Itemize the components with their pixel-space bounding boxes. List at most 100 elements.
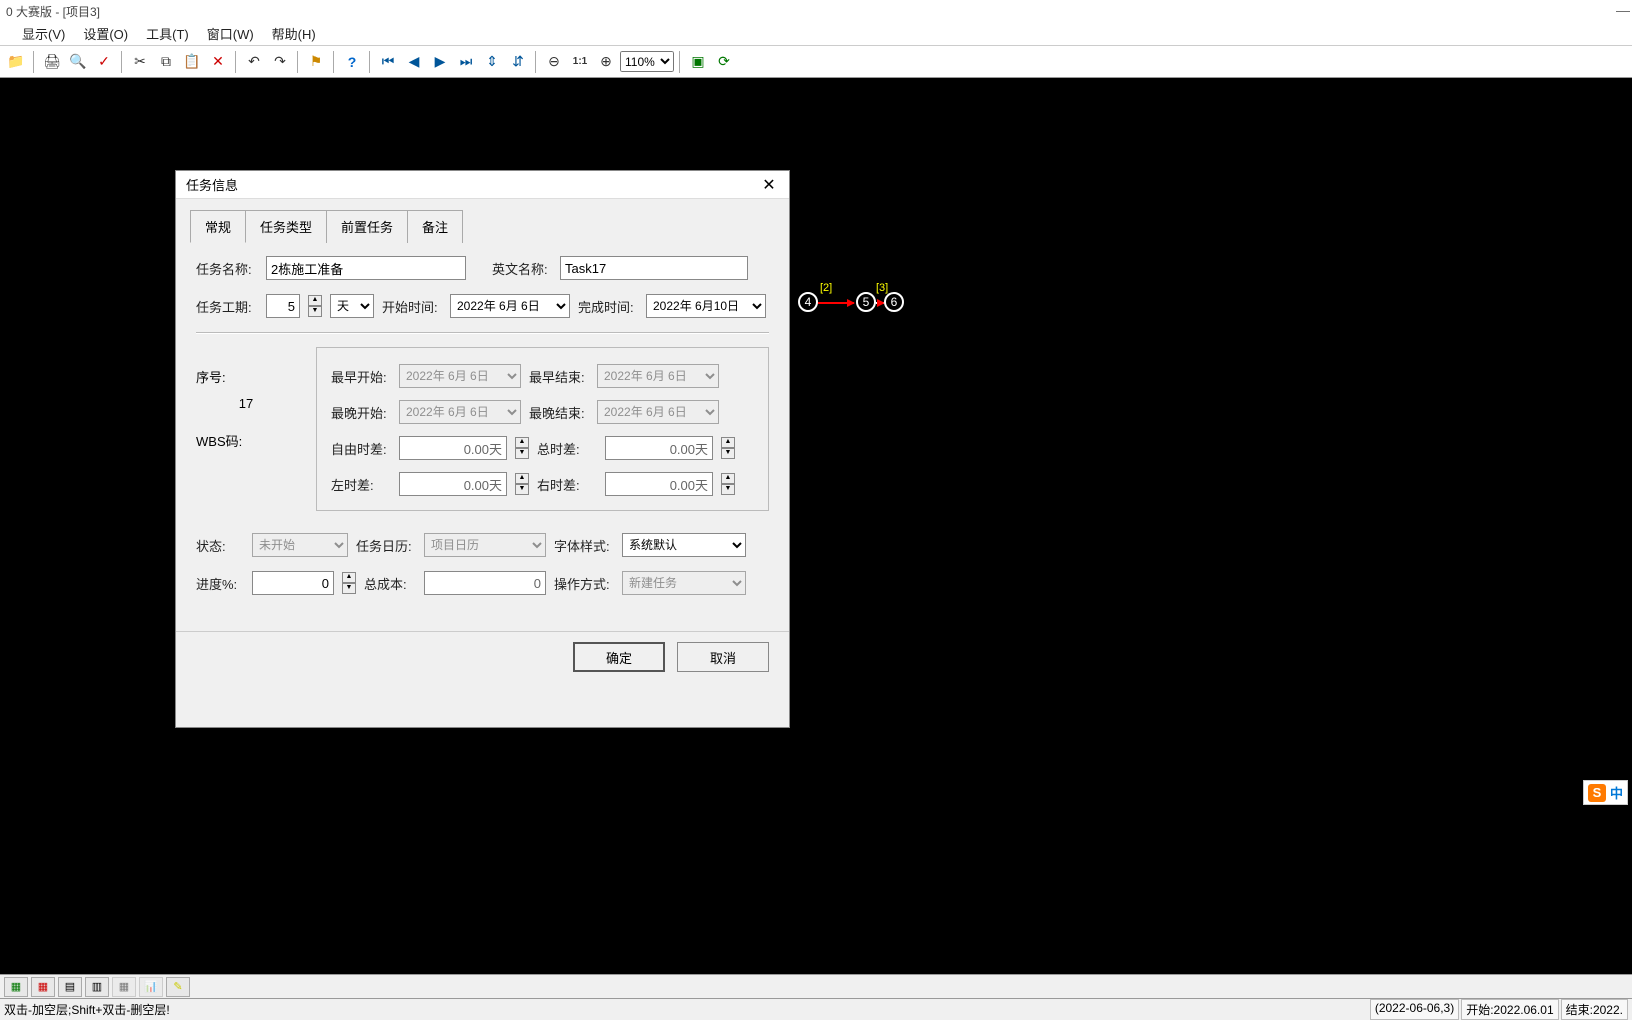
zoom-select[interactable]: 110%	[620, 51, 674, 72]
tab-notes[interactable]: 备注	[408, 210, 463, 243]
redo-icon[interactable]: ↷	[268, 50, 292, 74]
print-icon[interactable]: 🖨	[40, 50, 64, 74]
lbl-lslack: 左时差:	[331, 475, 391, 494]
menu-item-help[interactable]: 帮助(H)	[272, 24, 316, 43]
dates-panel: 最早开始: 2022年 6月 6日 最早结束: 2022年 6月 6日 最晚开始…	[316, 347, 769, 511]
progress-spinner[interactable]: ▲▼	[342, 572, 356, 594]
edge-label-3: [3]	[876, 282, 888, 294]
tab-type[interactable]: 任务类型	[246, 210, 327, 243]
en-name-input[interactable]	[560, 256, 748, 280]
lbl-tf: 总时差:	[537, 439, 597, 458]
lbl-op: 操作方式:	[554, 574, 614, 593]
tf-spinner[interactable]: ▲▼	[721, 437, 735, 459]
lbl-duration: 任务工期:	[196, 297, 258, 316]
dialog-body: 任务名称: 英文名称: 任务工期: ▲▼ 天 开始时间: 2022年 6月 6日…	[176, 242, 789, 623]
preview-icon[interactable]: 🔍	[66, 50, 90, 74]
next-icon[interactable]: ▶	[428, 50, 452, 74]
duration-input[interactable]	[266, 294, 300, 318]
zoom-in-icon[interactable]: ⊕	[594, 50, 618, 74]
menu-item-settings[interactable]: 设置(O)	[83, 24, 128, 43]
ime-s-icon: S	[1588, 784, 1606, 802]
open-icon[interactable]: 📁	[4, 50, 28, 74]
check-icon[interactable]: ✓	[92, 50, 116, 74]
rslack-input	[605, 472, 713, 496]
toolbar: 📁 🖨 🔍 ✓ ✂ ⧉ 📋 ✕ ↶ ↷ ⚑ ? ⏮ ◀ ▶ ⏭ ⇕ ⇵ ⊖ 1:…	[0, 46, 1632, 78]
expand-icon[interactable]: ⇵	[506, 50, 530, 74]
view3-icon[interactable]: ▤	[58, 977, 82, 997]
menu-bar: 显示(V) 设置(O) 工具(T) 窗口(W) 帮助(H)	[0, 22, 1632, 46]
op-select[interactable]: 新建任务	[622, 571, 746, 595]
lbl-es: 最早开始:	[331, 367, 391, 386]
tab-general[interactable]: 常规	[190, 210, 246, 243]
lf-select[interactable]: 2022年 6月 6日	[597, 400, 719, 424]
rslack-spinner[interactable]: ▲▼	[721, 473, 735, 495]
lbl-cal: 任务日历:	[356, 536, 416, 555]
lbl-start: 开始时间:	[382, 297, 442, 316]
copy-icon[interactable]: ⧉	[154, 50, 178, 74]
prev-icon[interactable]: ◀	[402, 50, 426, 74]
ok-button[interactable]: 确定	[573, 642, 665, 672]
status-bar: 双击-加空层;Shift+双击-删空层! (2022-06-06,3) 开始:2…	[0, 998, 1632, 1020]
menu-item-tools[interactable]: 工具(T)	[146, 24, 189, 43]
duration-unit-select[interactable]: 天	[330, 294, 374, 318]
lbl-status: 状态:	[196, 536, 244, 555]
status-select[interactable]: 未开始	[252, 533, 348, 557]
start-date-select[interactable]: 2022年 6月 6日	[450, 294, 570, 318]
dialog-footer: 确定 取消	[176, 631, 789, 682]
seq-value: 17	[196, 396, 296, 411]
ime-indicator[interactable]: S 中	[1583, 780, 1628, 805]
lslack-spinner[interactable]: ▲▼	[515, 473, 529, 495]
ff-spinner[interactable]: ▲▼	[515, 437, 529, 459]
status-end: 结束:2022.	[1561, 999, 1628, 1020]
first-icon[interactable]: ⏮	[376, 50, 400, 74]
end-date-select[interactable]: 2022年 6月10日	[646, 294, 766, 318]
node-4[interactable]: 4	[798, 292, 818, 312]
lbl-end: 完成时间:	[578, 297, 638, 316]
node-5[interactable]: 5	[856, 292, 876, 312]
edge-label-2: [2]	[820, 282, 832, 294]
paste-icon[interactable]: 📋	[180, 50, 204, 74]
minimize-icon[interactable]: —	[1616, 2, 1630, 18]
flag-icon[interactable]: ⚑	[304, 50, 328, 74]
dialog-title-bar[interactable]: 任务信息 ✕	[176, 171, 789, 199]
zoom-out-icon[interactable]: ⊖	[542, 50, 566, 74]
help-icon[interactable]: ?	[340, 50, 364, 74]
delete-icon[interactable]: ✕	[206, 50, 230, 74]
cal-select[interactable]: 项目日历	[424, 533, 546, 557]
collapse-icon[interactable]: ⇕	[480, 50, 504, 74]
cut-icon[interactable]: ✂	[128, 50, 152, 74]
view4-icon[interactable]: ▥	[85, 977, 109, 997]
es-select[interactable]: 2022年 6月 6日	[399, 364, 521, 388]
lbl-lf: 最晚结束:	[529, 403, 589, 422]
status-date: (2022-06-06,3)	[1370, 999, 1459, 1020]
title-bar: 0 大赛版 - [项目3] —	[0, 0, 1632, 22]
node-6[interactable]: 6	[884, 292, 904, 312]
menu-item-window[interactable]: 窗口(W)	[207, 24, 254, 43]
cost-input	[424, 571, 546, 595]
lbl-font: 字体样式:	[554, 536, 614, 555]
screen-icon[interactable]: ▣	[686, 50, 710, 74]
duration-spinner[interactable]: ▲▼	[308, 295, 322, 317]
edge-5-6	[876, 302, 884, 304]
close-icon[interactable]: ✕	[759, 175, 779, 195]
progress-input[interactable]	[252, 571, 334, 595]
cancel-button[interactable]: 取消	[677, 642, 769, 672]
tab-predecessor[interactable]: 前置任务	[327, 210, 408, 243]
refresh-icon[interactable]: ⟳	[712, 50, 736, 74]
zoom-fit-icon[interactable]: 1:1	[568, 50, 592, 74]
menu-item-view[interactable]: 显示(V)	[22, 24, 65, 43]
ls-select[interactable]: 2022年 6月 6日	[399, 400, 521, 424]
view2-icon[interactable]: ▦	[31, 977, 55, 997]
task-name-input[interactable]	[266, 256, 466, 280]
font-select[interactable]: 系统默认	[622, 533, 746, 557]
highlight-icon[interactable]: ✎	[166, 977, 190, 997]
ef-select[interactable]: 2022年 6月 6日	[597, 364, 719, 388]
lbl-progress: 进度%:	[196, 574, 244, 593]
undo-icon[interactable]: ↶	[242, 50, 266, 74]
ime-lang: 中	[1610, 783, 1623, 802]
last-icon[interactable]: ⏭	[454, 50, 478, 74]
view5-icon[interactable]: ▦	[112, 977, 136, 997]
lbl-en-name: 英文名称:	[492, 259, 552, 278]
view1-icon[interactable]: ▦	[4, 977, 28, 997]
view6-icon[interactable]: 📊	[139, 977, 163, 997]
